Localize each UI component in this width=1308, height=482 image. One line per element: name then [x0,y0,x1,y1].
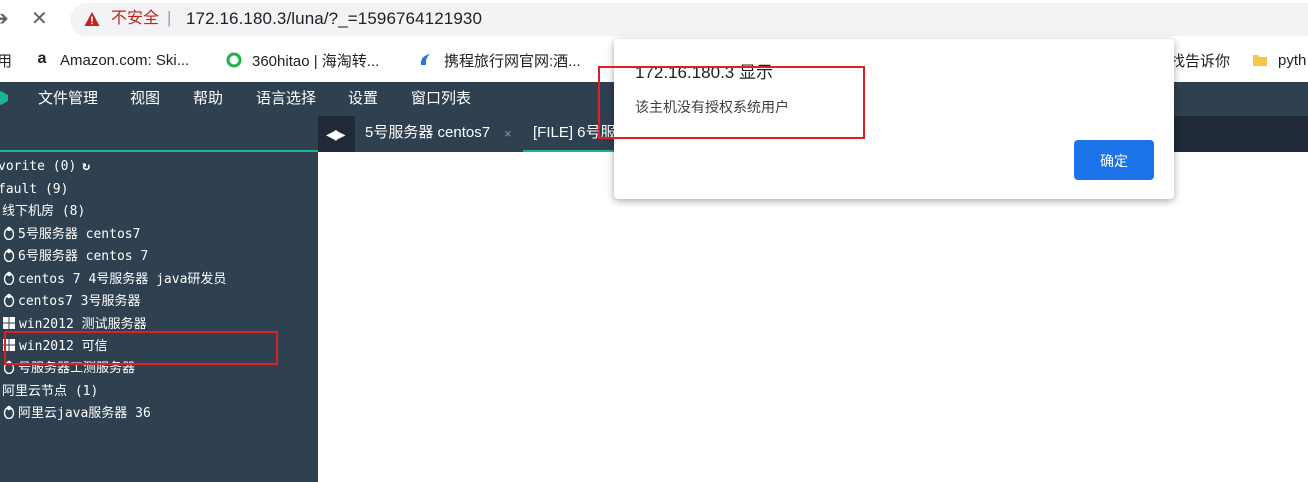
warning-icon [84,12,100,26]
tree-node-favorite[interactable]: vorite (0) ↻ [0,157,90,177]
tree-node-label: 线下机房 (8) [2,204,86,219]
bookmark-label: 找告诉你 [1170,52,1231,70]
close-icon[interactable]: ✕ [31,9,48,29]
tree-node-label: fault (9) [0,182,69,197]
bookmark-item[interactable]: 找告诉你 [1170,50,1230,70]
menu-view[interactable]: 视图 [130,90,160,108]
tree-node-default[interactable]: fault (9) [0,180,68,200]
linux-icon [3,248,15,262]
bookmark-label: pyth [1278,51,1307,69]
bookmark-label: Amazon.com: Ski... [60,51,190,69]
tab-scroll-arrows-icon[interactable]: ◀▶ [326,126,345,142]
linux-icon [3,405,15,419]
tree-node-label: 6号服务器 centos 7 [18,249,149,264]
linux-icon [3,226,15,240]
tab-label: 5号服务器 centos7 [365,124,491,141]
recycle-icon [226,52,242,68]
tree-node-label: vorite (0) [0,159,77,174]
app-logo-icon [0,91,8,105]
windows-icon [3,317,15,329]
refresh-icon[interactable]: ↻ [82,157,90,177]
ctrip-icon [420,54,430,65]
menu-window-list[interactable]: 窗口列表 [411,90,471,108]
linux-icon [3,293,15,307]
address-bar[interactable]: 不安全 | 172.16.180.3/luna/?_=1596764121930 [70,3,1308,36]
tree-node-label: centos 7 4号服务器 java研发员 [18,272,227,287]
bookmark-folder[interactable]: pyth [1252,50,1306,70]
tree-node-label: 阿里云java服务器 36 [18,406,151,421]
menu-help[interactable]: 帮助 [193,90,223,108]
arrow-right-icon[interactable]: ➔ [0,9,9,29]
amazon-icon: a [37,50,47,67]
tree-node-label: win2012 测试服务器 [19,317,147,332]
menu-file-manager[interactable]: 文件管理 [38,90,98,108]
menu-settings[interactable]: 设置 [348,90,378,108]
bookmark-item[interactable]: 用 [0,50,12,70]
tree-node-label: centos7 3号服务器 [18,294,141,309]
close-icon[interactable]: × [504,127,512,141]
bookmark-label: 360hitao | 海淘转... [252,52,380,70]
tree-node-group[interactable]: 阿里云节点 (1) [2,382,98,402]
url-separator: | [167,8,172,27]
insecure-label: 不安全 [111,10,160,27]
asset-tree: vorite (0) ↻ fault (9) 线下机房 (8) 5号服务器 cen… [0,152,318,482]
tree-node-label: 阿里云节点 (1) [2,384,99,399]
browser-toolbar: ➔ ✕ 不安全 | 172.16.180.3/luna/?_=159676412… [0,0,1308,40]
terminal-content-area[interactable] [318,152,1308,482]
bookmark-amazon[interactable]: a Amazon.com: Ski... [34,50,190,70]
tree-node-host[interactable]: 5号服务器 centos7 [3,225,140,245]
tree-node-label: 5号服务器 centos7 [18,227,141,242]
linux-icon [3,271,15,285]
tree-header [0,116,318,152]
menu-language[interactable]: 语言选择 [256,90,316,108]
bookmark-ctrip[interactable]: 携程旅行网官网:酒... [418,50,581,70]
tab-server-5[interactable]: 5号服务器 centos7 [355,116,523,152]
highlight-box [4,331,278,365]
bookmark-360hitao[interactable]: 360hitao | 海淘转... [226,50,379,70]
url-text[interactable]: 172.16.180.3/luna/?_=1596764121930 [186,10,482,28]
highlight-box [598,66,865,139]
bookmark-label: 携程旅行网官网:酒... [444,52,581,70]
tree-node-group[interactable]: 线下机房 (8) [2,202,85,222]
folder-icon [1253,55,1267,66]
bookmark-label: 用 [0,52,13,70]
tree-node-host[interactable]: 阿里云java服务器 36 [3,404,151,424]
tree-node-host[interactable]: centos7 3号服务器 [3,292,140,312]
ok-button[interactable]: 确定 [1074,140,1154,180]
tree-node-host[interactable]: centos 7 4号服务器 java研发员 [3,270,226,290]
tree-node-host[interactable]: 6号服务器 centos 7 [3,247,148,267]
